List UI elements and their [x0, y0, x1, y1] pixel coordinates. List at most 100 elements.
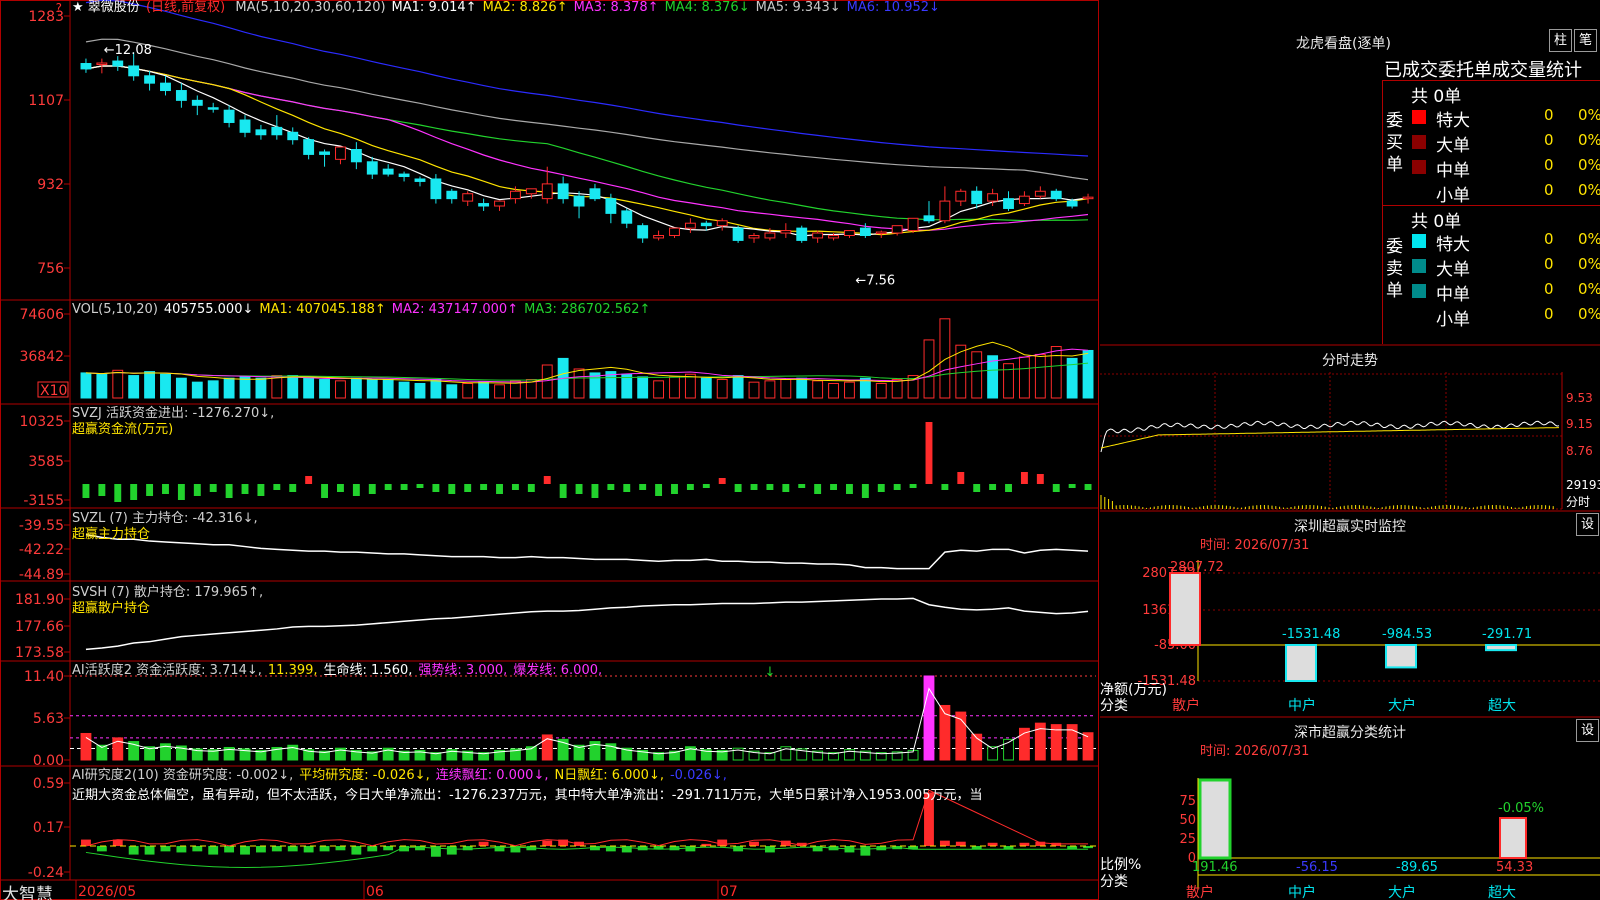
realtime-bar — [1385, 644, 1417, 669]
volume-bar — [175, 377, 187, 399]
fund-flow-bar — [766, 484, 774, 490]
candle-body — [748, 234, 760, 239]
candle-body — [96, 62, 108, 66]
fund-flow-bar — [273, 484, 281, 490]
classify-bar — [1499, 817, 1527, 859]
y-tick-label: 74606 — [19, 307, 64, 323]
legend-item: AI活跃度2 资金活跃度: 3.714↓, — [72, 663, 262, 678]
realtime-value: -1531.48 — [1282, 627, 1340, 642]
realtime-xlabel: 分类 — [1100, 698, 1128, 714]
volume-bar — [653, 380, 665, 399]
ts-tick: 8.76 — [1566, 444, 1593, 458]
svzj-legend: SVZJ 活跃资金进出: -1276.270↓, — [72, 406, 280, 422]
realtime-value: -291.71 — [1482, 627, 1532, 642]
fund-flow-bar — [989, 484, 997, 490]
research-bar — [939, 840, 950, 846]
volume-bar — [541, 364, 553, 399]
legend-item: MA(5,10,20,30,60,120) — [235, 0, 386, 15]
fund-flow-bar — [973, 484, 981, 492]
fund-flow-bar — [607, 484, 615, 490]
volume-bar — [1082, 349, 1094, 399]
fund-flow-bar — [321, 484, 328, 498]
fund-flow-bar — [702, 484, 710, 488]
realtime-time: 时间: 2026/07/31 — [1200, 538, 1309, 553]
candle-body — [350, 149, 362, 163]
volume-bar — [207, 380, 219, 399]
volume-bar — [271, 375, 283, 399]
fund-flow-bar — [798, 484, 806, 488]
classify-bar — [1198, 778, 1232, 860]
volume-bar — [1034, 353, 1046, 399]
research-bar — [224, 846, 235, 853]
candle-body — [382, 168, 394, 175]
research-bar — [955, 841, 966, 846]
candle-body — [557, 183, 569, 200]
volume-bar — [319, 379, 330, 399]
fund-flow-bar — [877, 484, 885, 492]
realtime-category: 大户 — [1388, 697, 1416, 714]
volume-bar — [287, 375, 299, 399]
legend-item: MA5: 9.343↓ — [755, 0, 841, 15]
fund-flow-bar — [368, 484, 376, 494]
classify-category: 中户 — [1288, 884, 1316, 900]
research-bar — [415, 846, 425, 851]
volume-bar — [478, 381, 490, 399]
candle-body — [160, 82, 171, 92]
research-bar — [287, 846, 298, 852]
research-bar — [685, 846, 696, 852]
fund-flow-bar — [671, 484, 678, 494]
y-tick-label: -44.89 — [19, 567, 64, 583]
fund-flow-bar — [639, 484, 647, 490]
candle-body — [621, 210, 633, 224]
volume-bar — [971, 351, 983, 399]
candle-body — [446, 190, 458, 200]
fund-flow-bar — [400, 484, 408, 490]
candle-body — [287, 131, 299, 141]
research-bar — [303, 846, 314, 853]
fund-flow-bar — [750, 484, 758, 490]
fund-flow-bar — [734, 484, 742, 492]
volume-bar — [780, 379, 792, 399]
candle-body — [907, 217, 919, 232]
candle-body — [414, 178, 426, 182]
y-tick-label: 756 — [37, 261, 64, 277]
candle-body — [128, 65, 140, 77]
legend-item: MA1: 9.014↑ — [391, 0, 477, 15]
candle-body — [589, 188, 601, 200]
fund-flow-bar — [257, 484, 265, 496]
volume-bar — [398, 381, 410, 399]
low-annotation: ←7.56 — [855, 273, 895, 288]
fund-flow-bar — [1020, 472, 1028, 484]
candle-body — [319, 151, 330, 155]
candle-body — [239, 119, 251, 133]
ts-tick: 9.15 — [1566, 417, 1593, 431]
fund-flow-bar — [384, 484, 392, 490]
fund-flow-bar — [957, 472, 965, 484]
ai3-legend: AI研究度2(10) 资金研究度: -0.002↓, 平均研究度: -0.026↓… — [72, 768, 733, 784]
research-bar — [717, 839, 728, 846]
legend-item: MA2: 437147.000↑ — [391, 302, 519, 317]
fund-flow-bar — [432, 484, 440, 492]
fund-flow-bar — [782, 484, 790, 492]
classify-category: 散户 — [1186, 884, 1214, 900]
activity-line — [85, 687, 1089, 755]
research-bar — [192, 846, 203, 852]
research-bar — [446, 846, 457, 855]
y-tick-label: 5.63 — [33, 711, 64, 727]
candle-body — [939, 200, 951, 222]
candle-body — [335, 146, 346, 160]
legend-item: 强势线: 3.000, — [418, 663, 508, 678]
fund-flow-bar — [337, 484, 344, 492]
kline-chart-area[interactable]: 128311079327567460636842X10103253585-315… — [0, 0, 1100, 900]
fund-flow-bar — [241, 484, 249, 494]
research-bar — [335, 846, 346, 851]
realtime-bar — [1285, 644, 1317, 683]
ma4-line — [85, 65, 1089, 222]
research-bar — [621, 846, 632, 853]
fund-flow-bar — [893, 484, 901, 490]
volume-bar — [605, 371, 617, 399]
y-tick-label: 173.58 — [15, 645, 64, 661]
legend-item: 405755.000↓ — [163, 302, 254, 317]
volume-bar — [573, 368, 585, 399]
high-annotation: ←12.08 — [104, 43, 152, 58]
